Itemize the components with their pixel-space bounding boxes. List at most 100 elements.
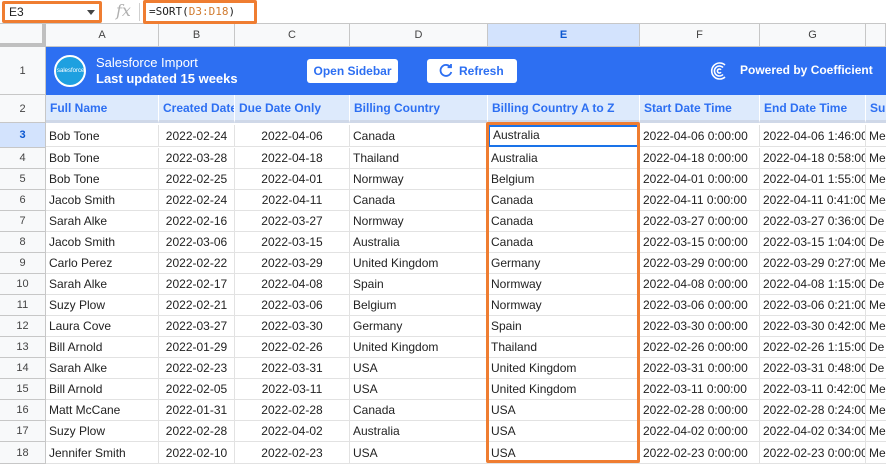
table-cell[interactable]: Australia [350, 421, 488, 442]
column-header-partial[interactable] [866, 24, 886, 47]
table-cell[interactable]: 2022-02-23 0:00:00 [640, 442, 760, 464]
row-header-3[interactable]: 3 [0, 123, 46, 148]
table-cell[interactable]: 2022-02-25 [159, 169, 235, 190]
table-cell[interactable]: 2022-02-21 [159, 295, 235, 316]
table-cell[interactable]: Canada [488, 232, 640, 253]
table-cell[interactable]: 2022-04-18 [235, 148, 350, 169]
row-header-9[interactable]: 9 [0, 253, 46, 274]
table-cell[interactable]: De [866, 211, 886, 232]
table-cell[interactable]: 2022-03-15 1:04:00 [760, 232, 866, 253]
table-cell[interactable]: United Kingdom [488, 379, 640, 400]
table-cell[interactable]: 2022-04-01 1:55:00 [760, 169, 866, 190]
table-cell[interactable]: 2022-04-06 [235, 125, 350, 147]
row-header-4[interactable]: 4 [0, 148, 46, 169]
table-cell[interactable]: Me [866, 253, 886, 274]
table-cell[interactable]: 2022-03-27 0:00:00 [640, 211, 760, 232]
table-cell[interactable]: 2022-03-27 0:36:00 [760, 211, 866, 232]
formula-input[interactable]: =SORT(D3:D18) [143, 0, 257, 24]
table-cell[interactable]: De [866, 232, 886, 253]
table-cell[interactable]: Australia [350, 232, 488, 253]
table-cell[interactable]: 2022-03-31 [235, 358, 350, 379]
chevron-down-icon[interactable] [87, 10, 95, 15]
row-header-18[interactable]: 18 [0, 442, 46, 464]
open-sidebar-button[interactable]: Open Sidebar [307, 59, 398, 83]
row-header-7[interactable]: 7 [0, 211, 46, 232]
header-cell[interactable]: Full Name [46, 95, 159, 123]
table-cell[interactable]: 2022-03-11 0:42:00 [760, 379, 866, 400]
table-cell[interactable]: 2022-04-06 0:00:00 [640, 125, 760, 147]
table-cell[interactable]: Thailand [350, 148, 488, 169]
table-cell[interactable]: 2022-04-11 [235, 190, 350, 211]
table-cell[interactable]: USA [488, 421, 640, 442]
row-header-14[interactable]: 14 [0, 358, 46, 379]
table-cell[interactable]: Suzy Plow [46, 421, 159, 442]
table-cell[interactable]: Canada [350, 400, 488, 421]
table-cell[interactable]: 2022-03-06 0:21:00 [760, 295, 866, 316]
table-cell[interactable]: Jacob Smith [46, 190, 159, 211]
table-cell[interactable]: Suzy Plow [46, 295, 159, 316]
active-cell[interactable]: Australia [488, 125, 640, 147]
refresh-button[interactable]: Refresh [427, 59, 517, 83]
table-cell[interactable]: United Kingdom [488, 358, 640, 379]
table-cell[interactable]: United Kingdom [350, 337, 488, 358]
table-cell[interactable]: 2022-04-18 0:00:00 [640, 148, 760, 169]
table-cell[interactable]: Normway [350, 211, 488, 232]
header-cell[interactable]: Start Date Time [640, 95, 760, 123]
select-all-corner[interactable] [0, 24, 46, 47]
table-cell[interactable]: 2022-04-02 0:00:00 [640, 421, 760, 442]
column-header-b[interactable]: B [159, 24, 235, 47]
table-cell[interactable]: 2022-03-06 0:00:00 [640, 295, 760, 316]
column-header-f[interactable]: F [640, 24, 760, 47]
table-cell[interactable]: Spain [350, 274, 488, 295]
table-cell[interactable]: 2022-03-15 0:00:00 [640, 232, 760, 253]
table-cell[interactable]: 2022-03-30 0:00:00 [640, 316, 760, 337]
table-cell[interactable]: Thailand [488, 337, 640, 358]
column-header-d[interactable]: D [350, 24, 488, 47]
row-header-13[interactable]: 13 [0, 337, 46, 358]
table-cell[interactable]: 2022-02-26 1:15:00 [760, 337, 866, 358]
table-cell[interactable]: 2022-02-22 [159, 253, 235, 274]
table-cell[interactable]: 2022-02-05 [159, 379, 235, 400]
row-header-5[interactable]: 5 [0, 169, 46, 190]
table-cell[interactable]: 2022-03-31 0:48:00 [760, 358, 866, 379]
row-header-6[interactable]: 6 [0, 190, 46, 211]
table-cell[interactable]: Germany [488, 253, 640, 274]
table-cell[interactable]: 2022-03-29 0:27:00 [760, 253, 866, 274]
table-cell[interactable]: USA [350, 442, 488, 464]
header-cell[interactable]: Su [866, 95, 886, 123]
table-cell[interactable]: Normway [350, 169, 488, 190]
table-cell[interactable]: Bob Tone [46, 169, 159, 190]
column-header-e[interactable]: E [488, 24, 640, 47]
column-header-c[interactable]: C [235, 24, 350, 47]
table-cell[interactable]: Belgium [488, 169, 640, 190]
row-header-11[interactable]: 11 [0, 295, 46, 316]
table-cell[interactable]: 2022-02-24 [159, 190, 235, 211]
table-cell[interactable]: Matt McCane [46, 400, 159, 421]
table-cell[interactable]: Bob Tone [46, 148, 159, 169]
table-cell[interactable]: Bob Tone [46, 125, 159, 147]
table-cell[interactable]: Australia [488, 148, 640, 169]
table-cell[interactable]: 2022-04-06 1:46:00 [760, 125, 866, 147]
table-cell[interactable]: De [866, 358, 886, 379]
table-cell[interactable]: Me [866, 125, 886, 147]
table-cell[interactable]: 2022-04-11 0:41:00 [760, 190, 866, 211]
table-cell[interactable]: Spain [488, 316, 640, 337]
table-cell[interactable]: 2022-02-26 [235, 337, 350, 358]
table-cell[interactable]: Belgium [350, 295, 488, 316]
row-header-10[interactable]: 10 [0, 274, 46, 295]
table-cell[interactable]: Jennifer Smith [46, 442, 159, 464]
table-cell[interactable]: 2022-03-30 [235, 316, 350, 337]
table-cell[interactable]: Jacob Smith [46, 232, 159, 253]
table-cell[interactable]: Sarah Alke [46, 274, 159, 295]
table-cell[interactable]: 2022-03-27 [159, 316, 235, 337]
table-cell[interactable]: 2022-04-08 0:00:00 [640, 274, 760, 295]
table-cell[interactable]: Me [866, 190, 886, 211]
table-cell[interactable]: Sarah Alke [46, 211, 159, 232]
table-cell[interactable]: Sarah Alke [46, 358, 159, 379]
table-cell[interactable]: 2022-02-16 [159, 211, 235, 232]
table-cell[interactable]: USA [488, 442, 640, 464]
table-cell[interactable]: 2022-03-06 [159, 232, 235, 253]
table-cell[interactable]: USA [488, 400, 640, 421]
table-cell[interactable]: 2022-03-29 0:00:00 [640, 253, 760, 274]
table-cell[interactable]: Canada [488, 190, 640, 211]
